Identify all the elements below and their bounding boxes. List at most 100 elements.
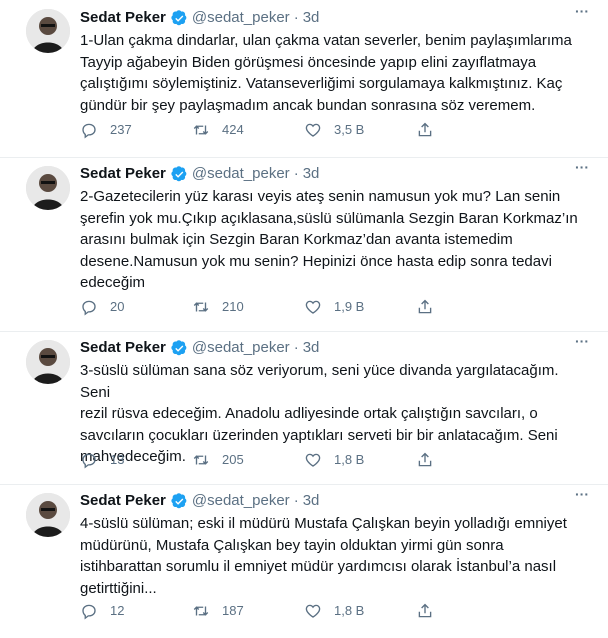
verified-badge-icon (171, 9, 188, 27)
reply-icon (82, 123, 96, 139)
share-icon (418, 122, 432, 137)
reply-count: 237 (110, 122, 132, 137)
like-button[interactable]: 1,9 B (304, 297, 416, 317)
retweet-count: 210 (222, 299, 244, 314)
heart-icon (305, 604, 321, 618)
like-button[interactable]: 1,8 B (304, 450, 416, 470)
tweet-actions: 237 424 3,5 B (80, 120, 520, 140)
tweet-text: 2-Gazetecilerin yüz karası veyis ateş se… (80, 186, 588, 294)
like-count: 3,5 B (334, 122, 365, 137)
avatar[interactable] (26, 9, 70, 53)
tweet-1[interactable]: Sedat Peker @sedat_peker · 3d ··· 1-Ulan… (0, 0, 608, 158)
retweet-icon (193, 302, 209, 312)
retweet-icon (193, 125, 209, 135)
tweet-header: Sedat Peker @sedat_peker · 3d (80, 491, 592, 511)
tweet-header: Sedat Peker @sedat_peker · 3d (80, 164, 592, 184)
tweet-text-line: 2-Gazetecilerin yüz karası veyis ateş se… (80, 188, 561, 205)
retweet-count: 424 (222, 122, 244, 137)
tweet-timestamp[interactable]: 3d (303, 164, 320, 184)
avatar[interactable] (26, 166, 70, 210)
tweet-actions: 20 210 1,9 B (80, 297, 520, 317)
separator-dot: · (293, 492, 299, 509)
reply-button[interactable]: 12 (80, 601, 192, 621)
reply-icon (82, 604, 96, 620)
tweet-2[interactable]: Sedat Peker @sedat_peker · 3d ··· 2-Gaze… (0, 158, 608, 332)
like-count: 1,8 B (334, 452, 365, 467)
separator-dot: · (293, 9, 299, 26)
reply-icon (82, 300, 96, 316)
retweet-button[interactable]: 187 (192, 601, 304, 621)
author-handle[interactable]: @sedat_peker (192, 8, 290, 28)
share-button[interactable] (416, 601, 446, 621)
tweet-text-line: savcıların çocukları üzerinden yaptıklar… (80, 426, 558, 444)
share-icon (418, 452, 432, 467)
tweet-text: 1-Ulan çakma dindarlar, ulan çakma vatan… (80, 30, 588, 116)
author-handle[interactable]: @sedat_peker (192, 491, 290, 511)
like-count: 1,8 B (334, 603, 365, 618)
timeline-feed: Sedat Peker @sedat_peker · 3d ··· 1-Ulan… (0, 0, 608, 638)
retweet-count: 205 (222, 452, 244, 467)
tweet-text-line: gündür bir şey paylaşmadım ancak bundan … (80, 96, 536, 114)
tweet-header: Sedat Peker @sedat_peker · 3d (80, 8, 592, 28)
tweet-text-line: rezil rüsva edeceğim. Anadolu adliyesind… (80, 405, 538, 422)
more-options-icon[interactable]: ··· (572, 332, 592, 352)
more-options-icon[interactable]: ··· (572, 2, 592, 22)
retweet-button[interactable]: 210 (192, 297, 304, 317)
retweet-icon (193, 606, 209, 616)
reply-count: 13 (110, 452, 125, 467)
heart-icon (305, 300, 321, 314)
tweet-actions: 13 205 1,8 B (80, 450, 520, 470)
tweet-text-line: desene.Namusun yok mu senin? Hepinizi ön… (80, 252, 552, 270)
verified-badge-icon (171, 165, 188, 183)
tweet-text-line: arasını bulmak için Sezgin Baran Korkmaz… (80, 231, 513, 248)
separator-dot: · (293, 339, 299, 356)
reply-count: 12 (110, 603, 125, 618)
share-button[interactable] (416, 297, 446, 317)
tweet-text-line: 4-süslü sülüman; eski il müdürü Mustafa … (80, 515, 567, 532)
share-button[interactable] (416, 450, 446, 470)
reply-count: 20 (110, 299, 125, 314)
tweet-text-line: müdürünü, Mustafa Çalışkan bey tayin old… (80, 536, 504, 554)
like-count: 1,9 B (334, 299, 365, 314)
author-name[interactable]: Sedat Peker (80, 164, 166, 184)
verified-badge-icon (171, 339, 188, 357)
author-name[interactable]: Sedat Peker (80, 491, 166, 511)
heart-icon (305, 123, 321, 137)
verified-badge-icon (171, 492, 188, 510)
retweet-button[interactable]: 424 (192, 120, 304, 140)
more-options-icon[interactable]: ··· (572, 485, 592, 505)
tweet-text-line: Tayyip ağabeyin Biden görüşmesi öncesind… (80, 53, 537, 71)
retweet-icon (193, 455, 209, 465)
reply-button[interactable]: 13 (80, 450, 192, 470)
tweet-text-line: istihbarattan sorumlu il emniyet müdür y… (80, 558, 557, 575)
tweet-text-line: edeceğim (80, 274, 146, 291)
tweet-text-line: 3-süslü sülüman sana söz veriyorum, seni… (80, 362, 559, 401)
reply-icon (82, 453, 96, 469)
avatar[interactable] (26, 493, 70, 537)
tweet-text-line: 1-Ulan çakma dindarlar, ulan çakma vatan… (80, 32, 572, 49)
author-handle[interactable]: @sedat_peker (192, 164, 290, 184)
tweet-timestamp[interactable]: 3d (303, 338, 320, 358)
share-button[interactable] (416, 120, 446, 140)
author-name[interactable]: Sedat Peker (80, 8, 166, 28)
tweet-header: Sedat Peker @sedat_peker · 3d (80, 338, 592, 358)
separator-dot: · (293, 165, 299, 182)
reply-button[interactable]: 237 (80, 120, 192, 140)
reply-button[interactable]: 20 (80, 297, 192, 317)
like-button[interactable]: 1,8 B (304, 601, 416, 621)
retweet-button[interactable]: 205 (192, 450, 304, 470)
retweet-count: 187 (222, 603, 244, 618)
author-name[interactable]: Sedat Peker (80, 338, 166, 358)
tweet-3[interactable]: Sedat Peker @sedat_peker · 3d ··· 3-süsl… (0, 332, 608, 485)
more-options-icon[interactable]: ··· (572, 158, 592, 178)
tweet-text-line: çalıştığımı söylemiştiniz. Vatanseverliğ… (80, 75, 563, 92)
share-icon (418, 299, 432, 314)
like-button[interactable]: 3,5 B (304, 120, 416, 140)
tweet-timestamp[interactable]: 3d (303, 8, 320, 28)
author-handle[interactable]: @sedat_peker (192, 338, 290, 358)
avatar[interactable] (26, 340, 70, 384)
tweet-timestamp[interactable]: 3d (303, 491, 320, 511)
tweet-4[interactable]: Sedat Peker @sedat_peker · 3d ··· 4-süsl… (0, 485, 608, 638)
heart-icon (305, 453, 321, 467)
tweet-actions: 12 187 1,8 B (80, 601, 520, 621)
